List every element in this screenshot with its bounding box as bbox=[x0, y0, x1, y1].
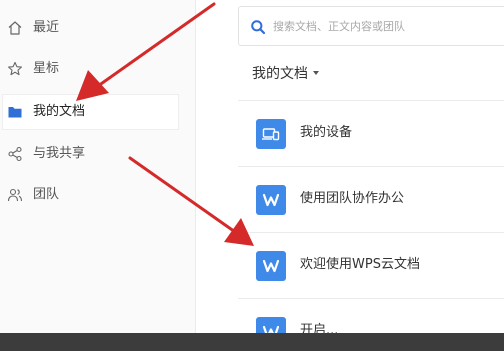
file-row-welcome-wps[interactable]: 欢迎使用WPS云文档 bbox=[238, 232, 504, 298]
file-name: 使用团队协作办公 bbox=[300, 191, 405, 206]
wps-writer-icon bbox=[256, 185, 286, 215]
star-icon bbox=[6, 60, 24, 78]
share-icon bbox=[6, 145, 24, 163]
device-folder-icon bbox=[256, 119, 286, 149]
sidebar-item-label: 星标 bbox=[33, 61, 60, 76]
file-name: 我的设备 bbox=[300, 125, 353, 140]
folder-icon bbox=[6, 103, 24, 121]
taskbar bbox=[0, 333, 504, 351]
sidebar-item-my-documents[interactable]: 我的文档 bbox=[0, 94, 196, 130]
search-box[interactable] bbox=[238, 6, 504, 46]
file-row-my-devices[interactable]: 我的设备 bbox=[238, 100, 504, 166]
sidebar: 最近 星标 我的文档 与我共享 团队 bbox=[0, 0, 196, 351]
search-icon bbox=[250, 19, 266, 35]
file-name: 欢迎使用WPS云文档 bbox=[300, 257, 420, 272]
sidebar-item-recent[interactable]: 最近 bbox=[0, 10, 196, 46]
sidebar-item-label: 与我共享 bbox=[33, 146, 86, 161]
wps-writer-icon bbox=[256, 251, 286, 281]
sidebar-item-label: 团队 bbox=[33, 187, 60, 202]
file-row-team-collaboration[interactable]: 使用团队协作办公 bbox=[238, 166, 504, 232]
caret-down-icon bbox=[313, 71, 319, 75]
sidebar-item-shared-with-me[interactable]: 与我共享 bbox=[0, 136, 196, 172]
sidebar-item-label: 我的文档 bbox=[33, 104, 86, 119]
folder-title-dropdown[interactable]: 我的文档 bbox=[252, 63, 319, 83]
home-icon bbox=[6, 19, 24, 37]
sidebar-item-team[interactable]: 团队 bbox=[0, 177, 196, 213]
search-input[interactable] bbox=[273, 15, 503, 37]
team-icon bbox=[6, 186, 24, 204]
sidebar-item-starred[interactable]: 星标 bbox=[0, 51, 196, 87]
folder-title: 我的文档 bbox=[252, 66, 308, 82]
sidebar-item-label: 最近 bbox=[33, 20, 60, 35]
